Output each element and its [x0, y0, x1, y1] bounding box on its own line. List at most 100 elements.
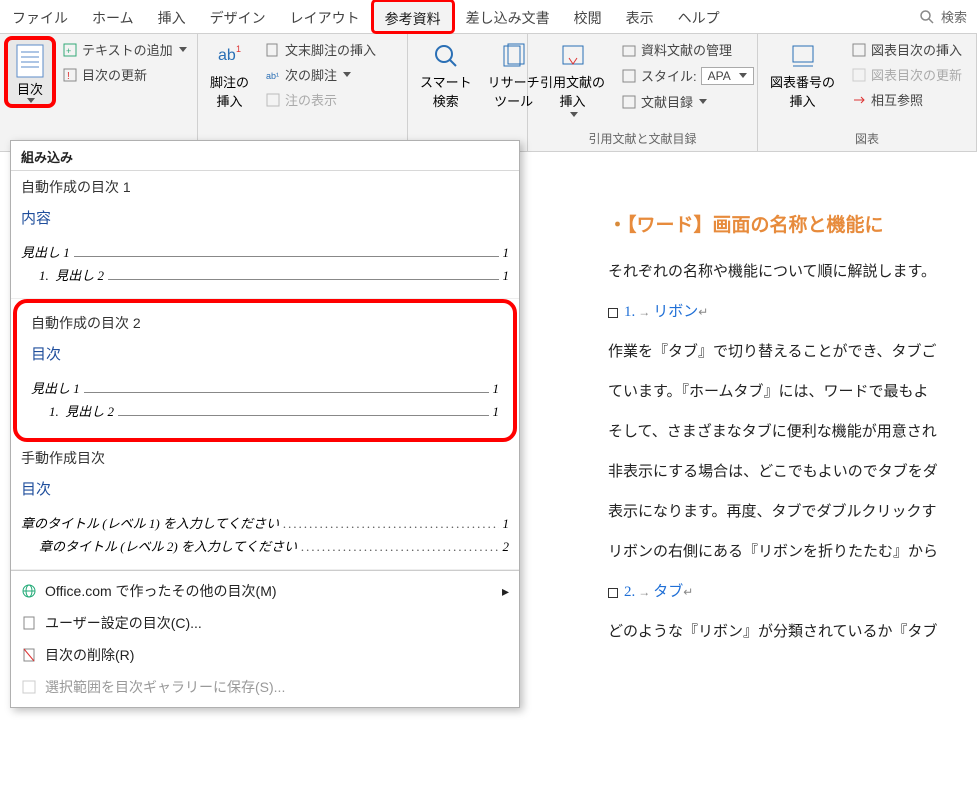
tab-bar: ファイル ホーム 挿入 デザイン レイアウト 参考資料 差し込み文書 校閲 表示…: [0, 0, 977, 34]
insert-tof-button[interactable]: 図表目次の挿入: [847, 38, 966, 61]
add-text-icon: +: [62, 42, 78, 58]
preset-heading: 目次: [31, 343, 499, 364]
insert-caption-button[interactable]: 図表番号の 挿入: [764, 38, 841, 114]
toc-preset-auto2-highlighted: 自動作成の目次 2 目次 見出し 1 1 1. 見出し 2 1: [17, 303, 513, 438]
bibliography-button[interactable]: 文献目録: [617, 90, 758, 113]
toc-button[interactable]: 目次: [6, 38, 54, 106]
update-tof-button[interactable]: 図表目次の更新: [847, 63, 966, 86]
document-body[interactable]: ・【ワード】画面の名称と機能に それぞれの名称や機能について順に解説します。 1…: [538, 170, 977, 802]
toc-preset-auto2[interactable]: 自動作成の目次 2 目次 見出し 1 1 1. 見出し 2 1: [21, 307, 509, 434]
document-icon: [21, 615, 37, 631]
bullet-icon: [608, 588, 618, 598]
group-toc: 目次 + テキストの追加 ! 目次の更新: [0, 34, 198, 151]
toc-line: 見出し 1 1: [21, 242, 509, 261]
preset-title: 自動作成の目次 1: [21, 177, 509, 197]
add-text-button[interactable]: + テキストの追加: [58, 38, 191, 61]
chevron-down-icon: [179, 47, 187, 52]
chevron-down-icon: [699, 99, 707, 104]
save-icon: [21, 679, 37, 695]
show-notes-icon: [265, 92, 281, 108]
doc-paragraph: ています。『ホームタブ』には、ワードで最もよ: [608, 377, 977, 407]
tab-mailmerge[interactable]: 差し込み文書: [454, 0, 562, 33]
show-notes-button[interactable]: 注の表示: [261, 88, 380, 111]
group-label-figures: 図表: [764, 128, 970, 149]
update-tof-icon: [851, 67, 867, 83]
remove-icon: [21, 647, 37, 663]
insert-endnote-button[interactable]: 文末脚注の挿入: [261, 38, 380, 61]
tab-review[interactable]: 校閲: [562, 0, 614, 33]
bullet-icon: [608, 308, 618, 318]
group-footnotes: ab1 脚注の 挿入 文末脚注の挿入 ab¹ 次の脚注 注の表示: [198, 34, 408, 151]
chevron-down-icon: [27, 98, 35, 103]
tab-help[interactable]: ヘルプ: [666, 0, 732, 33]
ribbon: 目次 + テキストの追加 ! 目次の更新 ab1 脚注の 挿入: [0, 34, 977, 152]
citation-style-row: スタイル: APA: [617, 64, 758, 87]
search-placeholder: 検索: [941, 7, 967, 26]
tab-view[interactable]: 表示: [614, 0, 666, 33]
toc-preset-auto1[interactable]: 自動作成の目次 1 内容 見出し 1 1 1. 見出し 2 1: [11, 171, 519, 299]
chevron-down-icon: [570, 112, 578, 117]
cross-ref-icon: [851, 92, 867, 108]
group-label-citations: 引用文献と文献目録: [534, 128, 751, 149]
doc-paragraph: 作業を『タブ』で切り替えることができ、タブご: [608, 337, 977, 367]
toc-dropdown: 組み込み 自動作成の目次 1 内容 見出し 1 1 1. 見出し 2 1 自動作…: [10, 140, 520, 708]
svg-text:ab¹: ab¹: [266, 71, 279, 81]
next-footnote-button[interactable]: ab¹ 次の脚注: [261, 63, 380, 86]
citation-icon: [559, 42, 587, 70]
style-icon: [621, 68, 637, 84]
preset-heading: 目次: [21, 478, 509, 499]
svg-text:1: 1: [236, 44, 241, 54]
bibliography-icon: [621, 94, 637, 110]
svg-text:ab: ab: [218, 47, 236, 64]
doc-paragraph: 非表示にする場合は、どこでもよいのでタブをダ: [608, 457, 977, 487]
more-office-toc[interactable]: Office.com で作ったその他の目次(M) ▸: [11, 575, 519, 607]
toc-preset-manual[interactable]: 手動作成目次 目次 章のタイトル (レベル 1) を入力してください 1 章のタ…: [11, 442, 519, 570]
chevron-down-icon: [739, 73, 747, 78]
preset-title: 自動作成の目次 2: [31, 313, 499, 333]
group-figures: 図表番号の 挿入 図表目次の挿入 図表目次の更新 相互参照 図表: [758, 34, 977, 151]
custom-toc[interactable]: ユーザー設定の目次(C)...: [11, 607, 519, 639]
tab-references[interactable]: 参考資料: [372, 0, 454, 33]
doc-list-item: 1. → リボン↵: [608, 297, 977, 327]
update-toc-icon: !: [62, 67, 78, 83]
globe-icon: [21, 583, 37, 599]
tab-insert[interactable]: 挿入: [146, 0, 198, 33]
search-box[interactable]: 検索: [909, 0, 977, 33]
insert-citation-button[interactable]: 引用文献の 挿入: [534, 38, 611, 121]
preset-heading: 内容: [21, 207, 509, 228]
doc-paragraph: リボンの右側にある『リボンを折りたたむ』から: [608, 537, 977, 567]
tab-layout[interactable]: レイアウト: [278, 0, 372, 33]
endnote-icon: [265, 42, 281, 58]
tab-home[interactable]: ホーム: [80, 0, 146, 33]
citation-style-select[interactable]: APA: [701, 67, 754, 85]
toc-line: 章のタイトル (レベル 2) を入力してください 2: [21, 536, 509, 555]
tab-file[interactable]: ファイル: [0, 0, 80, 33]
svg-text:!: !: [67, 71, 70, 82]
research-tool-icon: [500, 42, 528, 70]
group-research: スマート 検索 リサーチ ツール: [408, 34, 528, 151]
update-toc-button[interactable]: ! 目次の更新: [58, 63, 191, 86]
remove-toc[interactable]: 目次の削除(R): [11, 639, 519, 671]
preset-title: 手動作成目次: [21, 448, 509, 468]
manage-sources-button[interactable]: 資料文献の管理: [617, 38, 758, 61]
doc-list-item: 2. → タブ↵: [608, 577, 977, 607]
search-icon: [919, 9, 935, 25]
tof-icon: [851, 42, 867, 58]
doc-paragraph: 表示になります。再度、タブでダブルクリックす: [608, 497, 977, 527]
tab-design[interactable]: デザイン: [198, 0, 278, 33]
toc-line: 章のタイトル (レベル 1) を入力してください 1: [21, 513, 509, 532]
smart-lookup-icon: [432, 42, 460, 70]
svg-text:+: +: [66, 46, 71, 56]
toc-line: 1. 見出し 2 1: [31, 401, 499, 420]
manage-sources-icon: [621, 42, 637, 58]
footnote-icon: ab1: [216, 42, 244, 70]
cross-ref-button[interactable]: 相互参照: [847, 88, 966, 111]
doc-paragraph: どのような『リボン』が分類されているか『タブ: [608, 617, 977, 647]
insert-footnote-button[interactable]: ab1 脚注の 挿入: [204, 38, 255, 114]
smart-lookup-button[interactable]: スマート 検索: [414, 38, 478, 114]
group-citations: 引用文献の 挿入 資料文献の管理 スタイル: APA: [528, 34, 758, 151]
chevron-down-icon: [343, 72, 351, 77]
toc-button-label: 目次: [17, 79, 43, 98]
doc-title: ・【ワード】画面の名称と機能に: [608, 210, 977, 237]
save-to-gallery: 選択範囲を目次ギャラリーに保存(S)...: [11, 671, 519, 703]
